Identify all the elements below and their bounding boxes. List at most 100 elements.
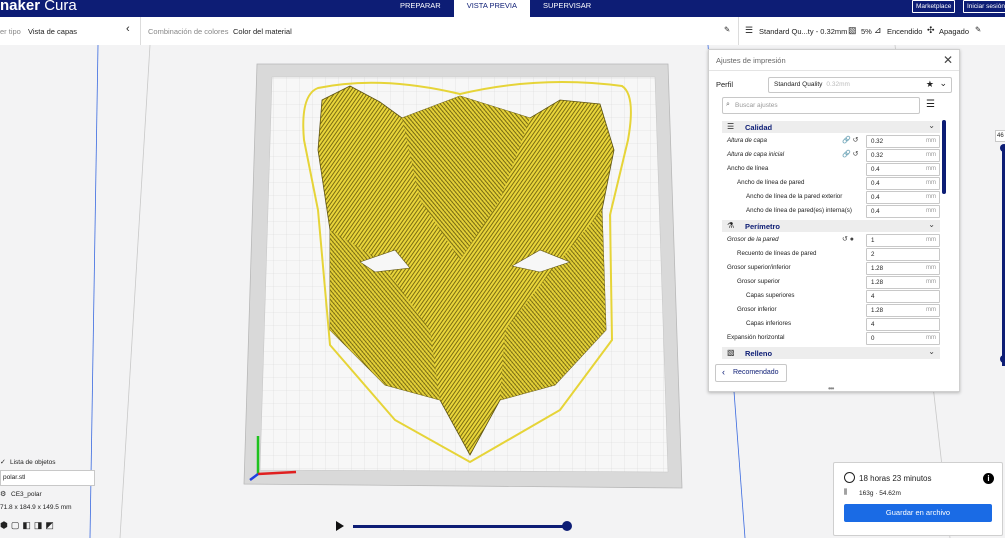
object-name: CE3_polar <box>11 491 42 498</box>
chevron-down-icon: ⌄ <box>928 347 935 356</box>
setting-row: Ancho de línea de pared(es) interna(s) 0… <box>709 205 949 218</box>
marketplace-button[interactable]: Marketplace <box>912 0 956 13</box>
play-icon[interactable] <box>336 521 344 531</box>
resize-handle[interactable]: ••• <box>828 384 834 393</box>
close-icon[interactable]: ✕ <box>943 53 953 67</box>
object-list-item[interactable]: polar.stl <box>0 470 95 486</box>
chevron-left-icon[interactable]: ‹ <box>126 23 130 35</box>
category-shell[interactable]: ⚗ Perímetro ⌄ <box>722 220 940 232</box>
view-options-bar: er tipo Vista de capas ‹ Combinación de … <box>0 17 1005 46</box>
link-reset-icons[interactable]: 🔗 ↺ <box>842 150 859 158</box>
clock-icon <box>844 472 855 483</box>
setting-input[interactable]: 0.32 mm <box>866 135 940 148</box>
setting-input[interactable]: 1.28 mm <box>866 262 940 275</box>
color-scheme-select[interactable]: Color del material <box>233 27 292 36</box>
info-icon[interactable]: i <box>983 473 994 484</box>
setting-row: Grosor inferior 1.28 mm <box>709 304 949 317</box>
settings-menu-icon[interactable]: ☰ <box>926 99 935 110</box>
setting-input[interactable]: 0 mm <box>866 332 940 345</box>
settings-scrollbar[interactable] <box>942 120 946 194</box>
infill-icon: ▧ <box>727 348 735 357</box>
recommended-button[interactable]: ‹ Recomendado <box>715 364 787 382</box>
layer-number-label[interactable]: 46 <box>995 130 1005 142</box>
object-list-title[interactable]: Lista de objetos <box>10 459 56 466</box>
panel-header: Ajustes de impresión ✕ <box>709 50 959 71</box>
settings-search-input[interactable]: ⌕ Buscar ajustes <box>722 97 920 114</box>
setting-input[interactable]: 4 <box>866 290 940 303</box>
setting-label: Capas inferiores <box>746 320 792 327</box>
setting-label: Capas superiores <box>746 292 795 299</box>
simulation-track[interactable] <box>353 525 568 528</box>
layer-slider[interactable] <box>1000 144 1005 366</box>
link-reset-icons[interactable]: 🔗 ↺ <box>842 136 859 144</box>
setting-input[interactable]: 1.28 mm <box>866 276 940 289</box>
setting-label: Altura de capa inicial <box>727 151 785 158</box>
view-3d-icon[interactable]: ⬢ <box>0 520 11 530</box>
tab-preview[interactable]: VISTA PREVIA <box>453 0 531 17</box>
setting-row: Altura de capa 🔗 ↺ 0.32 mm <box>709 135 949 148</box>
profile-icon: ☰ <box>745 25 754 35</box>
profile-sub: 0.32mm <box>826 81 850 88</box>
print-settings-panel: Ajustes de impresión ✕ Perfil Standard Q… <box>708 49 960 393</box>
view-right-icon[interactable]: ◩ <box>45 520 57 530</box>
view-orientation-buttons[interactable]: ⬢▢◧◨◩ <box>0 520 57 531</box>
setting-row: Grosor de la pared ↺ ● 1 mm <box>709 234 949 247</box>
chevron-left-icon: ‹ <box>722 367 725 377</box>
view-type-select[interactable]: Vista de capas <box>28 27 77 36</box>
profile-summary: Standard Qu...ty - 0.32mm <box>759 27 848 36</box>
top-bar: naker Cura PREPARAR VISTA PREVIA SUPERVI… <box>0 0 1005 17</box>
object-icon: ⚙ <box>0 491 7 498</box>
setting-row: Ancho de línea de la pared exterior 0.4 m… <box>709 191 949 204</box>
stage-tabs: PREPARAR VISTA PREVIA SUPERVISAR <box>387 0 604 17</box>
setting-label: Expansión horizontal <box>727 334 785 341</box>
app-logo: naker Cura <box>0 0 77 14</box>
setting-input[interactable]: 0.4 mm <box>866 177 940 190</box>
category-infill[interactable]: ▧ Relleno ⌄ <box>722 347 940 359</box>
adhesion-value: Apagado <box>939 27 970 36</box>
chevron-icon[interactable]: ✓ <box>0 458 6 466</box>
setting-input[interactable]: 1.28 mm <box>866 304 940 317</box>
infill-icon: ▧ <box>848 25 857 35</box>
setting-input[interactable]: 0.4 mm <box>866 163 940 176</box>
tab-prepare[interactable]: PREPARAR <box>387 0 454 17</box>
layer-slider-top-handle[interactable] <box>1000 144 1005 152</box>
save-to-file-button[interactable]: Guardar en archivo <box>844 504 992 522</box>
view-left-icon[interactable]: ◨ <box>34 520 46 530</box>
settings-list[interactable]: ☰ Calidad ⌄ Altura de capa 🔗 ↺ 0.32 mm Al… <box>709 120 949 360</box>
setting-row: Grosor superior 1.28 mm <box>709 276 949 289</box>
setting-input[interactable]: 4 <box>866 318 940 331</box>
setting-row: Capas superiores 4 <box>709 290 949 303</box>
star-icon[interactable]: ★ <box>926 79 934 90</box>
setting-input[interactable]: 0.32 mm <box>866 149 940 162</box>
signin-button[interactable]: Iniciar sesión <box>963 0 1005 13</box>
reset-info-icons[interactable]: ↺ ● <box>842 235 854 243</box>
setting-label: Grosor superior/inferior <box>727 264 791 271</box>
setting-row: Ancho de línea 0.4 mm <box>709 163 949 176</box>
spool-icon: ⫼ <box>844 489 848 496</box>
setting-label: Grosor inferior <box>737 306 777 313</box>
setting-row: Grosor superior/inferior 1.28 mm <box>709 262 949 275</box>
setting-label: Recuento de líneas de pared <box>737 250 817 257</box>
edit-pencil-icon[interactable]: ✎ <box>724 25 730 34</box>
infill-value: 5% <box>861 27 872 36</box>
setting-input[interactable]: 2 <box>866 248 940 261</box>
setting-row: Capas inferiores 4 <box>709 318 949 331</box>
tab-monitor[interactable]: SUPERVISAR <box>530 0 604 17</box>
view-front-icon[interactable]: ▢ <box>11 520 23 530</box>
simulation-handle[interactable] <box>562 521 572 531</box>
profile-value: Standard Quality <box>774 81 823 88</box>
divider <box>140 17 141 45</box>
setting-input[interactable]: 0.4 mm <box>866 205 940 218</box>
view-top-icon[interactable]: ◧ <box>22 520 34 530</box>
setting-row: Altura de capa inicial 🔗 ↺ 0.32 mm <box>709 149 949 162</box>
layer-slider-bottom-handle[interactable] <box>1000 355 1005 363</box>
category-quality[interactable]: ☰ Calidad ⌄ <box>722 121 940 133</box>
setting-label: Ancho de línea de pared(es) interna(s) <box>746 207 852 214</box>
chevron-down-icon: ⌄ <box>928 220 935 229</box>
divider <box>738 17 739 45</box>
setting-input[interactable]: 1 mm <box>866 234 940 247</box>
profile-select[interactable]: Standard Quality 0.32mm ★ ⌄ <box>768 77 952 93</box>
print-time: 18 horas 23 minutos <box>859 474 932 483</box>
setting-label: Ancho de línea de la pared exterior <box>746 193 843 200</box>
setting-input[interactable]: 0.4 mm <box>866 191 940 204</box>
